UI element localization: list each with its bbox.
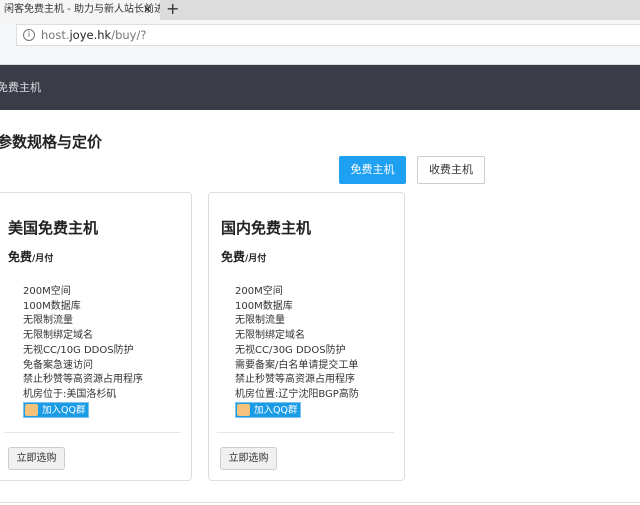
feature-item: 免备案急速访问 [23, 359, 93, 371]
feature-list: 200M空间 100M数据库 无限制流量 无限制绑定域名 无视CC/10G DD… [23, 285, 143, 403]
plan-price: 免费/月付 [8, 250, 54, 264]
feature-item: 需要备案/白名单请提交工单 [235, 359, 359, 371]
feature-item: 无视CC/30G DDOS防护 [235, 344, 346, 356]
feature-item: 机房位于:美国洛杉矶 [23, 388, 117, 400]
feature-item: 100M数据库 [235, 300, 293, 312]
info-icon[interactable]: i [23, 29, 35, 41]
plan-price: 免费/月付 [221, 250, 267, 264]
feature-item: 200M空间 [235, 286, 283, 297]
browser-toolbar: i host.joye.hk/buy/? [0, 20, 640, 65]
divider [0, 502, 640, 503]
feature-item: 机房位置:辽宁沈阳BGP高防 [235, 388, 359, 400]
plan-title: 国内免费主机 [221, 219, 312, 237]
join-qq-group-button[interactable]: 加入QQ群 [235, 402, 301, 418]
feature-item: 禁止秒赞等高资源占用程序 [235, 374, 355, 386]
url-host: host. [41, 28, 70, 42]
feature-item: 禁止秒赞等高资源占用程序 [23, 374, 143, 386]
feature-item: 无限制流量 [235, 315, 285, 327]
url-path: /buy/? [111, 28, 147, 42]
divider [217, 432, 394, 433]
browser-tab-bar: 闲客免费主机 - 助力与新人站长前进 ✕ + [0, 0, 640, 20]
plan-title: 美国免费主机 [8, 219, 99, 237]
navbar: 免费主机 [0, 65, 640, 110]
new-tab-icon[interactable]: + [166, 0, 179, 19]
plan-card-us: 美国免费主机 免费/月付 200M空间 100M数据库 无限制流量 无限制绑定域… [0, 192, 192, 481]
feature-item: 无限制绑定域名 [23, 330, 93, 342]
nav-brand[interactable]: 免费主机 [0, 81, 41, 94]
buy-now-button[interactable]: 立即选购 [220, 447, 277, 470]
qq-group-icon [237, 404, 250, 416]
feature-item: 200M空间 [23, 286, 71, 297]
qq-group-icon [25, 404, 38, 416]
browser-tab[interactable]: 闲客免费主机 - 助力与新人站长前进 [0, 0, 160, 20]
tab-title: 闲客免费主机 - 助力与新人站长前进 [4, 4, 160, 15]
buy-now-button[interactable]: 立即选购 [8, 447, 65, 470]
paid-host-tab[interactable]: 收费主机 [417, 156, 485, 184]
feature-item: 无限制流量 [23, 315, 73, 327]
free-host-tab[interactable]: 免费主机 [339, 156, 406, 184]
feature-item: 100M数据库 [23, 300, 81, 312]
plan-card-domestic: 国内免费主机 免费/月付 200M空间 100M数据库 无限制流量 无限制绑定域… [208, 192, 405, 481]
join-qq-group-button[interactable]: 加入QQ群 [23, 402, 89, 418]
feature-item: 无限制绑定域名 [235, 330, 305, 342]
divider [4, 432, 181, 433]
page-title: 参数规格与定价 [0, 133, 103, 151]
close-tab-icon[interactable]: ✕ [143, 0, 152, 20]
feature-list: 200M空间 100M数据库 无限制流量 无限制绑定域名 无视CC/30G DD… [235, 285, 359, 403]
url-domain: joye.hk [69, 28, 112, 42]
address-bar[interactable]: i host.joye.hk/buy/? [16, 24, 640, 46]
feature-item: 无视CC/10G DDOS防护 [23, 344, 134, 356]
